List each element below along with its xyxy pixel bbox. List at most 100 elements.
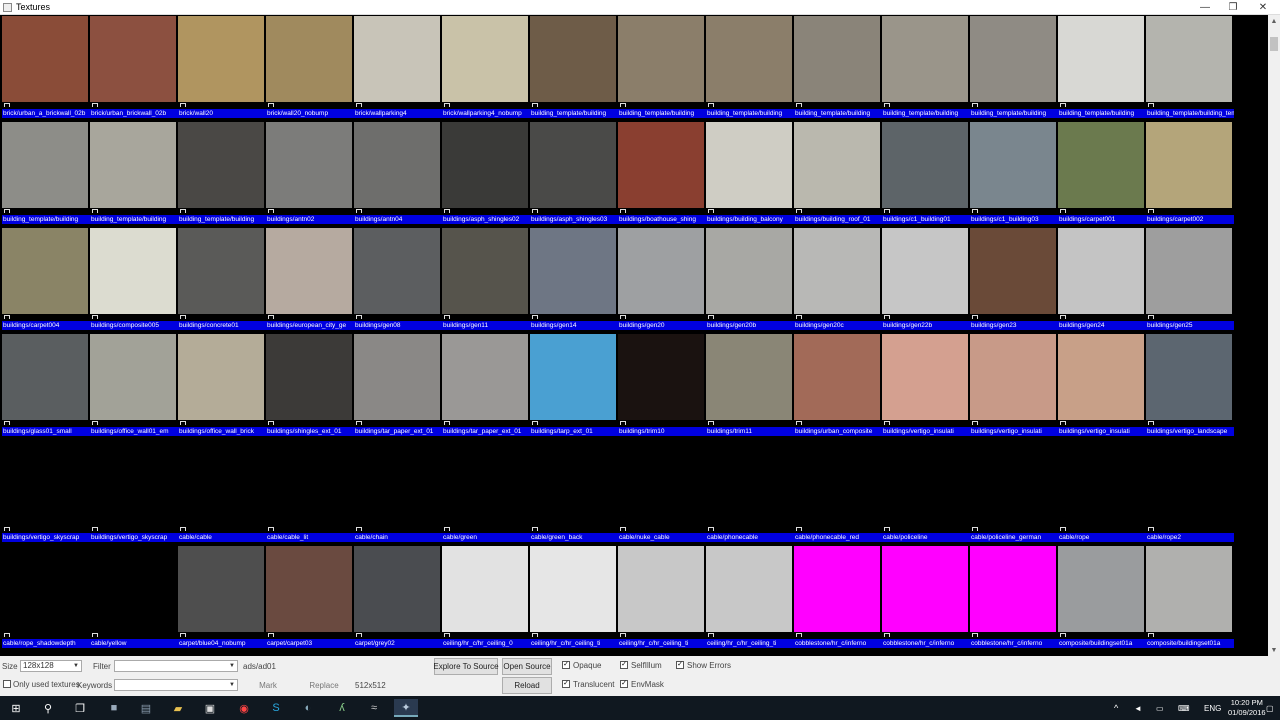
texture-thumbnail[interactable]	[2, 228, 88, 314]
texture-thumbnail[interactable]	[1058, 122, 1144, 208]
texture-tool-icon[interactable]: ✦	[394, 699, 418, 717]
texture-thumbnail[interactable]	[90, 334, 176, 420]
texture-tile[interactable]: buildings/vertigo_insulati	[968, 333, 1058, 439]
texture-tile[interactable]: carpet/carpet03	[264, 545, 354, 651]
texture-tile[interactable]: building_template/building	[1056, 15, 1146, 121]
texture-tile[interactable]: cable/yellow	[88, 545, 178, 651]
texture-tile[interactable]: buildings/european_city_ge	[264, 227, 354, 333]
texture-thumbnail[interactable]	[90, 546, 176, 632]
texture-thumbnail[interactable]	[970, 440, 1056, 526]
texture-tile[interactable]: brick/urban_a_brickwall_02b	[0, 15, 90, 121]
texture-tile[interactable]: buildings/asph_shingles03	[528, 121, 618, 227]
texture-thumbnail[interactable]	[178, 122, 264, 208]
texture-tile[interactable]: buildings/trim11	[704, 333, 794, 439]
texture-tile[interactable]: composite/buildingset01a	[1056, 545, 1146, 651]
texture-tile[interactable]: cable/rope	[1056, 439, 1146, 545]
texture-thumbnail[interactable]	[266, 334, 352, 420]
only-used-checkbox[interactable]	[3, 680, 11, 688]
texture-tile[interactable]: buildings/gen23	[968, 227, 1058, 333]
texture-tile[interactable]: buildings/antn04	[352, 121, 442, 227]
clock[interactable]: 10:20 PM 01/09/2016	[1228, 696, 1266, 720]
texture-thumbnail[interactable]	[794, 16, 880, 102]
texture-thumbnail[interactable]	[178, 440, 264, 526]
texture-tile[interactable]: buildings/gen25	[1144, 227, 1234, 333]
texture-tile[interactable]: buildings/concrete01	[176, 227, 266, 333]
texture-thumbnail[interactable]	[882, 546, 968, 632]
texture-tile[interactable]: building_template/building	[880, 15, 970, 121]
open-source-button[interactable]: Open Source	[502, 658, 552, 675]
texture-thumbnail[interactable]	[442, 228, 528, 314]
texture-tile[interactable]: carpet/grey02	[352, 545, 442, 651]
texture-tile[interactable]: building_template/building_template	[1144, 15, 1234, 121]
texture-tile[interactable]: buildings/gen14	[528, 227, 618, 333]
task-view-icon[interactable]: ❐	[68, 699, 92, 717]
selfillum-checkbox[interactable]: ✓	[620, 661, 628, 669]
texture-tile[interactable]: buildings/gen22b	[880, 227, 970, 333]
texture-tile[interactable]: buildings/office_wall_brick	[176, 333, 266, 439]
texture-tile[interactable]: cable/green_back	[528, 439, 618, 545]
texture-thumbnail[interactable]	[970, 228, 1056, 314]
texture-thumbnail[interactable]	[794, 440, 880, 526]
texture-tile[interactable]: building_template/building	[176, 121, 266, 227]
texture-tile[interactable]: buildings/gen11	[440, 227, 530, 333]
texture-thumbnail[interactable]	[530, 122, 616, 208]
texture-tile[interactable]: buildings/gen20b	[704, 227, 794, 333]
texture-thumbnail[interactable]	[178, 16, 264, 102]
texture-thumbnail[interactable]	[1146, 546, 1232, 632]
texture-thumbnail[interactable]	[178, 546, 264, 632]
texture-tile[interactable]: cable/policeline_german	[968, 439, 1058, 545]
texture-thumbnail[interactable]	[530, 334, 616, 420]
texture-tile[interactable]: buildings/boathouse_shing	[616, 121, 706, 227]
texture-thumbnail[interactable]	[706, 546, 792, 632]
texture-tile[interactable]: buildings/vertigo_skyscrap	[88, 439, 178, 545]
app-icon-3[interactable]: ʎ	[330, 699, 354, 717]
texture-tile[interactable]: carpet/blue04_nobump	[176, 545, 266, 651]
size-select[interactable]: 128x128 ▼	[20, 660, 82, 672]
texture-thumbnail[interactable]	[794, 122, 880, 208]
texture-tile[interactable]: building_template/building	[616, 15, 706, 121]
texture-thumbnail[interactable]	[90, 16, 176, 102]
scroll-up-icon[interactable]: ▲	[1268, 15, 1280, 27]
texture-thumbnail[interactable]	[354, 546, 440, 632]
texture-thumbnail[interactable]	[530, 546, 616, 632]
texture-tile[interactable]: cable/chain	[352, 439, 442, 545]
texture-thumbnail[interactable]	[882, 334, 968, 420]
texture-thumbnail[interactable]	[354, 16, 440, 102]
texture-thumbnail[interactable]	[970, 546, 1056, 632]
texture-thumbnail[interactable]	[1146, 440, 1232, 526]
texture-tile[interactable]: buildings/composite005	[88, 227, 178, 333]
texture-thumbnail[interactable]	[530, 16, 616, 102]
texture-tile[interactable]: buildings/shingles_ext_01	[264, 333, 354, 439]
texture-thumbnail[interactable]	[706, 228, 792, 314]
texture-tile[interactable]: buildings/gen20c	[792, 227, 882, 333]
tray-chevron-icon[interactable]: ^	[1114, 696, 1118, 720]
texture-thumbnail[interactable]	[794, 228, 880, 314]
texture-thumbnail[interactable]	[266, 16, 352, 102]
scroll-down-icon[interactable]: ▼	[1268, 644, 1280, 656]
texture-tile[interactable]: buildings/vertigo_landscape	[1144, 333, 1234, 439]
texture-tile[interactable]: buildings/tarp_ext_01	[528, 333, 618, 439]
translucent-checkbox[interactable]: ✓	[562, 680, 570, 688]
texture-tile[interactable]: buildings/building_balcony	[704, 121, 794, 227]
texture-tile[interactable]: cobblestone/hr_c/inferno	[792, 545, 882, 651]
texture-thumbnail[interactable]	[706, 16, 792, 102]
app-icon-1[interactable]: ■	[102, 699, 126, 717]
minimize-icon[interactable]: —	[1190, 0, 1220, 15]
texture-thumbnail[interactable]	[618, 122, 704, 208]
skype-icon[interactable]: S	[264, 699, 288, 717]
texture-tile[interactable]: buildings/carpet002	[1144, 121, 1234, 227]
texture-thumbnail[interactable]	[1146, 228, 1232, 314]
texture-tile[interactable]: buildings/office_wall01_em	[88, 333, 178, 439]
texture-thumbnail[interactable]	[2, 334, 88, 420]
texture-thumbnail[interactable]	[706, 122, 792, 208]
texture-thumbnail[interactable]	[442, 16, 528, 102]
texture-thumbnail[interactable]	[178, 334, 264, 420]
texture-tile[interactable]: cable/phonecable_red	[792, 439, 882, 545]
texture-tile[interactable]: buildings/urban_composite	[792, 333, 882, 439]
texture-thumbnail[interactable]	[970, 122, 1056, 208]
mark-button[interactable]: Mark	[250, 677, 286, 694]
texture-tile[interactable]: building_template/building	[88, 121, 178, 227]
explore-to-source-button[interactable]: Explore To Source	[433, 658, 499, 675]
texture-thumbnail[interactable]	[706, 440, 792, 526]
texture-thumbnail[interactable]	[1058, 546, 1144, 632]
